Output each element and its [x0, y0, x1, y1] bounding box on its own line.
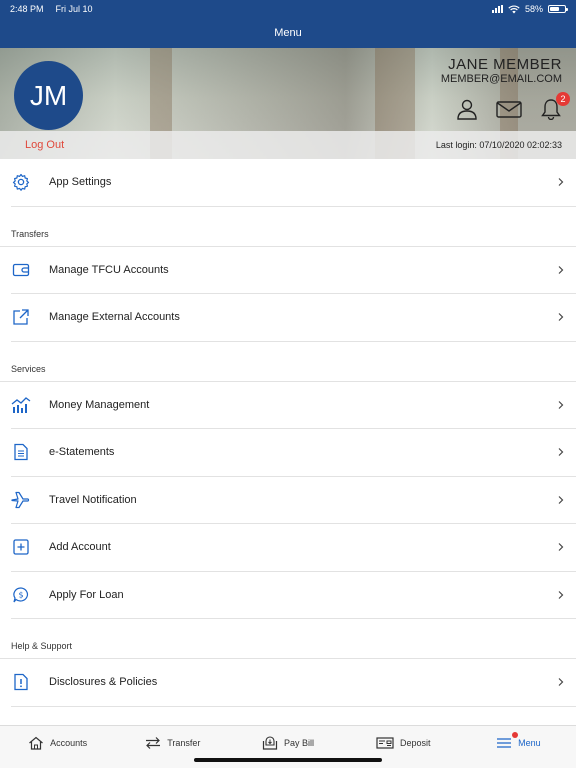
notification-badge: 2 [556, 92, 570, 106]
tab-menu[interactable]: Menu [461, 726, 576, 768]
check-deposit-icon [376, 737, 394, 749]
tab-accounts[interactable]: Accounts [0, 726, 115, 768]
status-time: 2:48 PM [10, 4, 44, 14]
chart-icon [11, 396, 31, 413]
menu-item-label: Money Management [49, 398, 150, 411]
menu-item-label: Add Account [49, 541, 111, 554]
chevron-right-icon [558, 313, 564, 322]
logout-button[interactable]: Log Out [25, 139, 64, 151]
gear-icon [12, 174, 30, 192]
tab-label: Pay Bill [284, 738, 315, 748]
cellular-signal-icon [491, 5, 503, 13]
plus-square-icon [13, 539, 29, 555]
section-header-transfers: Transfers [0, 207, 576, 247]
page-title: Menu [274, 27, 302, 39]
nav-bar: Menu [0, 18, 576, 48]
menu-item-label: App Settings [49, 176, 112, 189]
menu-item-apply-for-loan[interactable]: $ Apply For Loan [11, 572, 576, 619]
chevron-right-icon [558, 400, 564, 409]
info-document-icon [14, 674, 28, 691]
menu-item-app-settings[interactable]: App Settings [11, 159, 576, 207]
svg-text:$: $ [18, 590, 23, 599]
chevron-right-icon [558, 495, 564, 504]
profile-button[interactable] [456, 98, 478, 120]
status-date: Fri Jul 10 [55, 4, 93, 14]
profile-footer: Log Out Last login: 07/10/2020 02:02:33 [0, 131, 576, 159]
notifications-button[interactable]: 2 [540, 92, 570, 121]
menu-item-label: Manage External Accounts [49, 311, 180, 324]
chevron-right-icon [558, 590, 564, 599]
tab-label: Menu [518, 738, 541, 748]
pay-bill-icon [262, 736, 278, 750]
mail-icon [496, 101, 522, 118]
menu-item-label: Manage TFCU Accounts [49, 263, 169, 276]
menu-item-label: Disclosures & Policies [49, 676, 158, 689]
last-login: Last login: 07/10/2020 02:02:33 [435, 140, 562, 150]
menu-list: App Settings Transfers Manage TFCU Accou… [0, 159, 576, 707]
battery-icon [548, 5, 568, 13]
chevron-right-icon [558, 678, 564, 687]
airplane-icon [11, 491, 30, 508]
section-header-help-support: Help & Support [0, 619, 576, 659]
profile-header: JM JANE MEMBER MEMBER@EMAIL.COM 2 Log Ou… [0, 48, 576, 159]
menu-item-label: e-Statements [49, 446, 115, 459]
chevron-right-icon [558, 178, 564, 187]
document-icon [14, 444, 28, 461]
home-icon [29, 736, 43, 750]
profile-actions: 2 [456, 92, 570, 121]
chevron-right-icon [558, 543, 564, 552]
status-bar: 2:48 PM Fri Jul 10 58% [0, 0, 576, 18]
menu-item-manage-tfcu-accounts[interactable]: Manage TFCU Accounts [11, 247, 576, 294]
user-icon [457, 99, 477, 120]
chevron-right-icon [558, 448, 564, 457]
menu-item-add-account[interactable]: Add Account [11, 524, 576, 572]
menu-item-travel-notification[interactable]: Travel Notification [11, 477, 576, 524]
avatar-initials: JM [29, 79, 68, 111]
wifi-icon [508, 4, 520, 13]
battery-percent: 58% [524, 4, 543, 14]
home-indicator[interactable] [194, 758, 382, 762]
menu-item-manage-external-accounts[interactable]: Manage External Accounts [11, 294, 576, 342]
menu-item-e-statements[interactable]: e-Statements [11, 429, 576, 477]
hamburger-menu-icon [497, 738, 512, 748]
messages-button[interactable] [496, 98, 522, 120]
menu-item-money-management[interactable]: Money Management [11, 382, 576, 429]
wallet-icon [12, 263, 30, 276]
chevron-right-icon [558, 265, 564, 274]
member-email: MEMBER@EMAIL.COM [440, 73, 562, 85]
transfer-arrows-icon [146, 737, 161, 749]
member-name: JANE MEMBER [448, 56, 562, 73]
menu-item-label: Apply For Loan [49, 588, 124, 601]
dollar-bubble-icon: $ [13, 587, 29, 603]
menu-item-label: Travel Notification [49, 493, 137, 506]
section-header-services: Services [0, 342, 576, 382]
menu-alert-dot [511, 732, 518, 738]
tab-label: Deposit [399, 738, 431, 748]
tab-label: Transfer [167, 738, 201, 748]
menu-item-disclosures-policies[interactable]: Disclosures & Policies [11, 659, 576, 707]
external-link-icon [13, 309, 29, 325]
tab-label: Accounts [50, 738, 88, 748]
avatar[interactable]: JM [14, 61, 83, 130]
